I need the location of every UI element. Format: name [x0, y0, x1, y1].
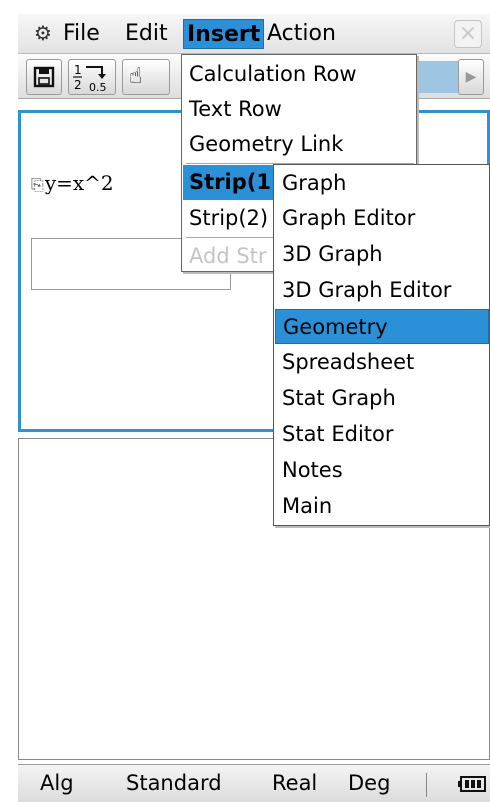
submenu-item-geometry[interactable]: Geometry	[275, 309, 489, 344]
hand-pointer-button[interactable]: ☝	[122, 59, 170, 95]
menu-file[interactable]: File	[60, 19, 103, 49]
submenu-item-3d-graph[interactable]: 3D Graph	[275, 237, 489, 272]
expression-row[interactable]: ⎘y=x^2	[31, 171, 114, 195]
expression-text: y=x^2	[44, 171, 114, 195]
menu-item-calculation-row[interactable]: Calculation Row	[183, 57, 417, 92]
save-icon	[33, 66, 55, 88]
submenu-item-stat-graph[interactable]: Stat Graph	[275, 381, 489, 416]
status-mode[interactable]: Alg	[40, 771, 74, 795]
submenu-item-spreadsheet[interactable]: Spreadsheet	[275, 345, 489, 380]
classpad-screen: ⚙ File Edit Insert Action × 1 2 0.5 ☝ ▶ …	[0, 0, 490, 802]
menu-item-text-row[interactable]: Text Row	[183, 92, 417, 127]
submenu-item-graph[interactable]: Graph	[275, 166, 489, 201]
strip-document-icon: ⎘	[31, 175, 44, 194]
submenu-item-main[interactable]: Main	[275, 489, 489, 524]
menu-insert[interactable]: Insert	[183, 19, 265, 49]
strip-submenu: Graph Graph Editor 3D Graph 3D Graph Edi…	[273, 164, 490, 526]
decimal-value: 0.5	[89, 81, 107, 94]
submenu-item-stat-editor[interactable]: Stat Editor	[275, 417, 489, 452]
save-button[interactable]	[26, 59, 62, 95]
gear-icon[interactable]: ⚙	[32, 22, 54, 44]
battery-icon	[458, 776, 486, 792]
close-icon[interactable]: ×	[454, 20, 482, 48]
fraction-decimal-icon: 1 2 0.5	[73, 63, 107, 94]
status-angle[interactable]: Deg	[348, 771, 390, 795]
fraction-bottom: 2	[74, 78, 82, 92]
hand-icon: ☝	[129, 64, 143, 89]
status-divider	[426, 773, 427, 797]
status-display[interactable]: Standard	[126, 771, 222, 795]
menu-action[interactable]: Action	[264, 19, 339, 49]
fraction-decimal-toggle-button[interactable]: 1 2 0.5	[68, 59, 116, 95]
toolbar-scroll-right-button[interactable]: ▶	[458, 59, 484, 95]
submenu-item-graph-editor[interactable]: Graph Editor	[275, 201, 489, 236]
submenu-item-3d-graph-editor[interactable]: 3D Graph Editor	[275, 273, 489, 308]
menubar: ⚙ File Edit Insert Action ×	[18, 14, 490, 54]
submenu-item-notes[interactable]: Notes	[275, 453, 489, 488]
fraction-top: 1	[74, 63, 82, 77]
status-bar: Alg Standard Real Deg	[18, 764, 490, 802]
menu-item-geometry-link[interactable]: Geometry Link	[183, 127, 417, 162]
triangle-right-icon: ▶	[465, 69, 477, 85]
status-number-type[interactable]: Real	[272, 771, 317, 795]
menu-edit[interactable]: Edit	[122, 19, 171, 49]
